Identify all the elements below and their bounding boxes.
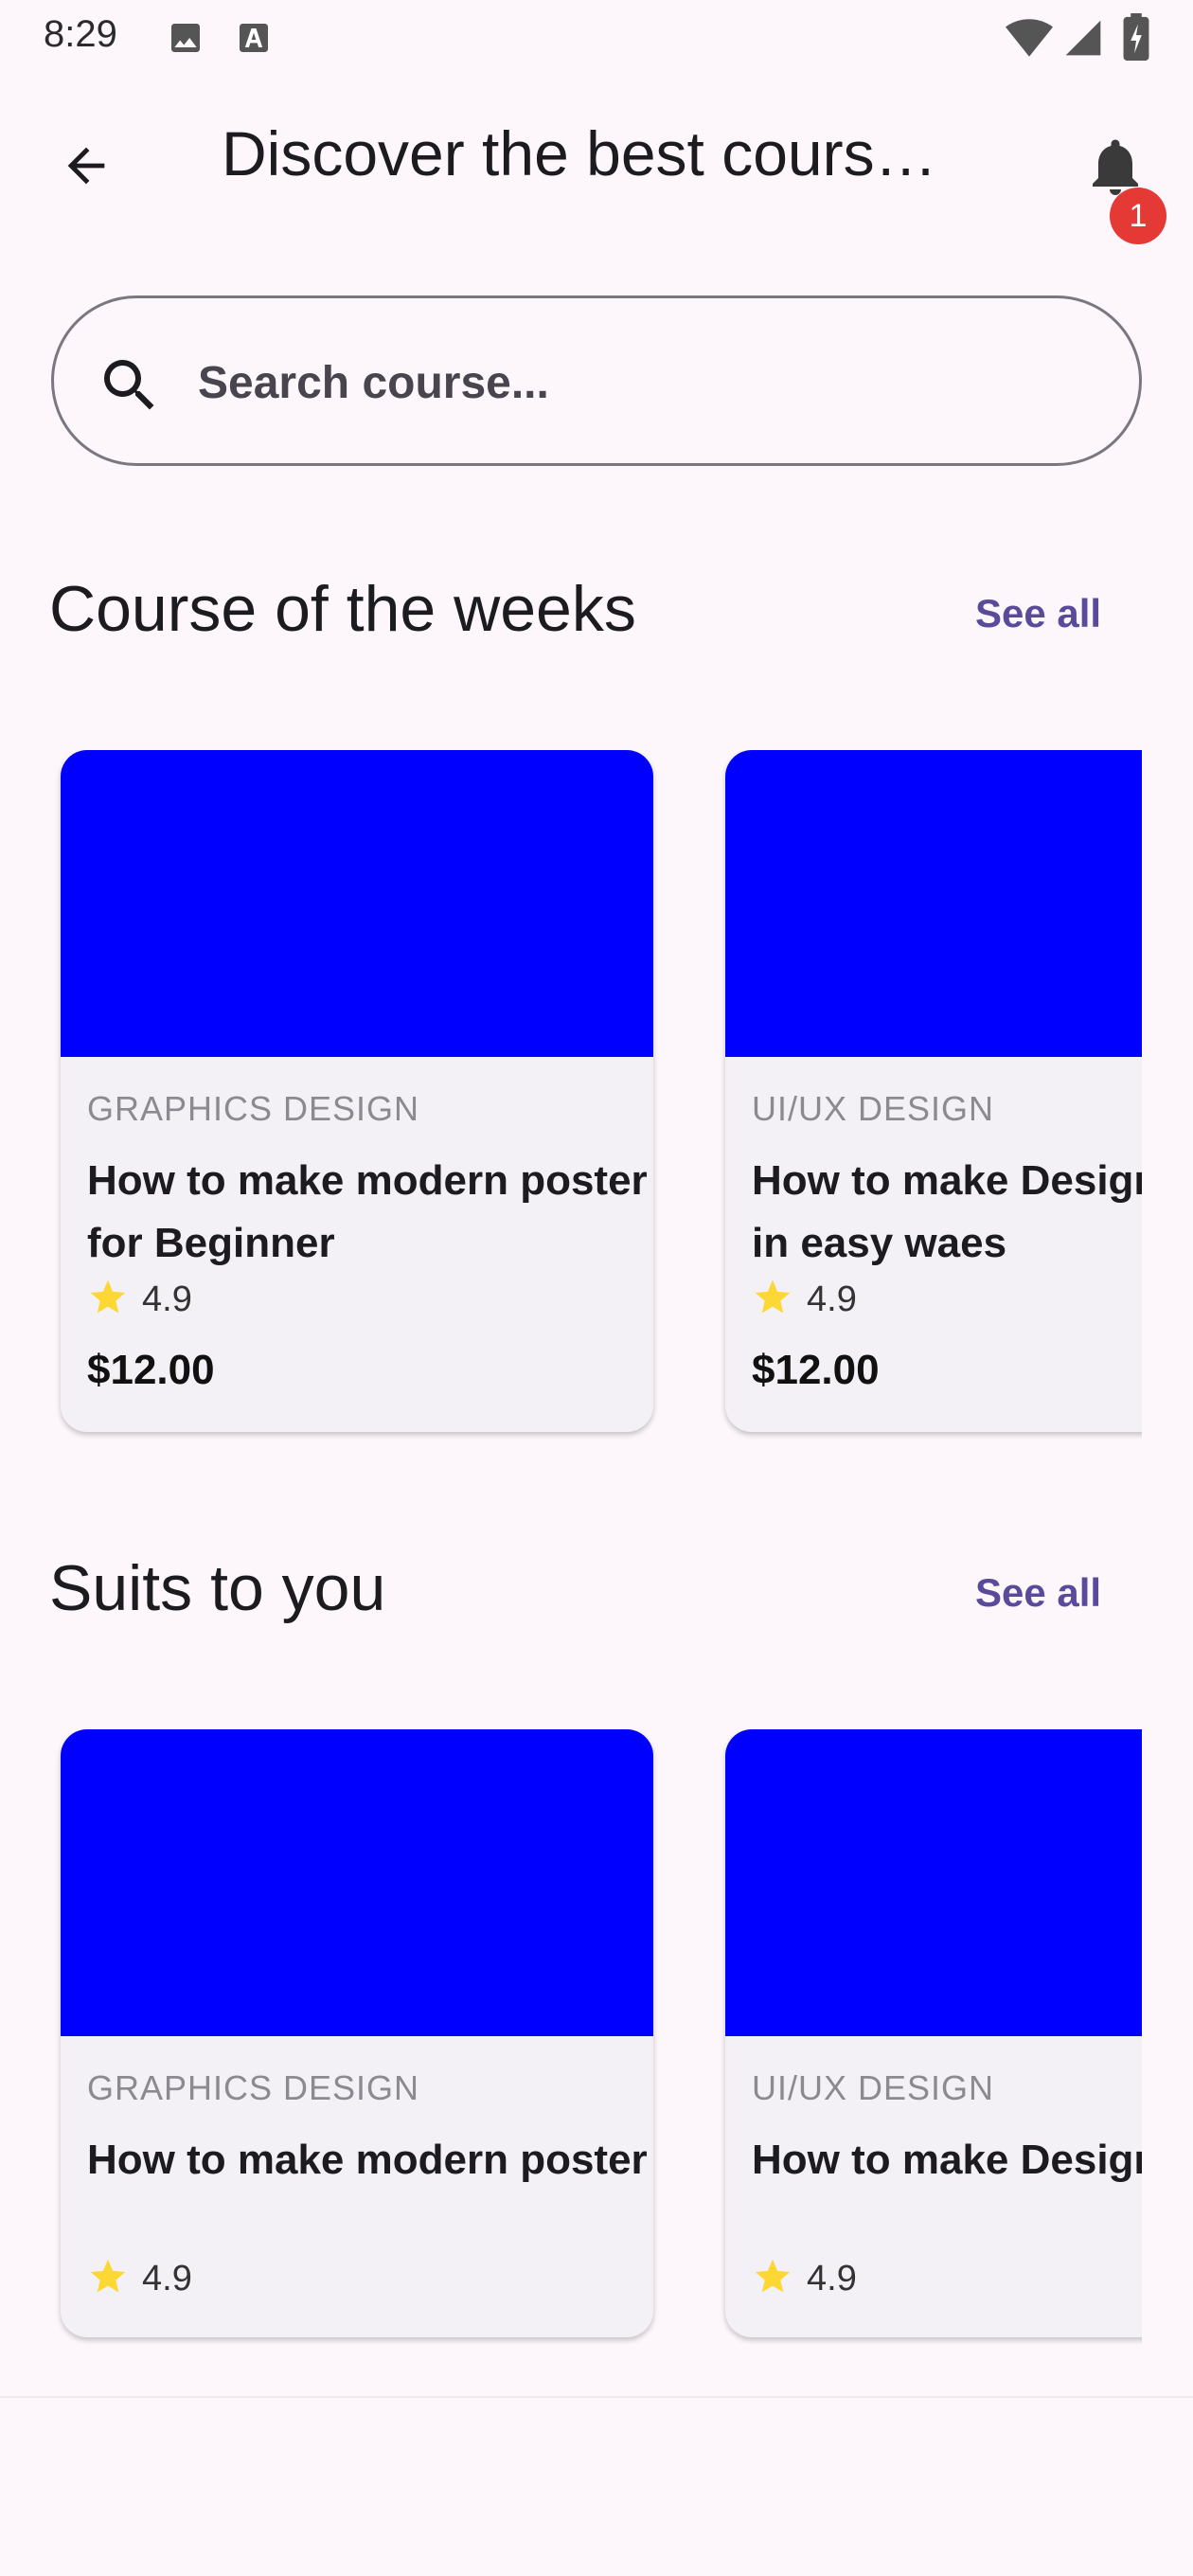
course-card[interactable]: GRAPHICS DESIGN How to make modern poste… xyxy=(61,1729,653,2337)
see-all-weekly-button[interactable]: See all xyxy=(975,591,1101,636)
course-rating: 4.9 xyxy=(752,2256,857,2302)
star-icon xyxy=(752,2256,793,2302)
course-category: GRAPHICS DESIGN xyxy=(87,2068,420,2107)
section-title-weekly: Course of the weeks xyxy=(49,573,636,645)
course-price: $12.00 xyxy=(752,1347,880,1393)
star-icon xyxy=(87,1277,129,1323)
course-rating: 4.9 xyxy=(87,1277,192,1323)
weekly-course-list[interactable]: GRAPHICS DESIGN How to make modern poste… xyxy=(49,750,1142,1440)
course-rating: 4.9 xyxy=(87,2256,192,2302)
suggested-course-list[interactable]: GRAPHICS DESIGN How to make modern poste… xyxy=(49,1729,1142,2345)
battery-icon xyxy=(1123,13,1149,65)
star-icon xyxy=(752,1277,793,1323)
notification-badge: 1 xyxy=(1110,188,1166,244)
course-title: How to make modern poster for Beginner xyxy=(87,1157,648,1266)
app-bar: Discover the best cours… 1 xyxy=(0,76,1193,244)
status-bar: 8:29 xyxy=(0,0,1193,76)
course-category: UI/UX DESIGN xyxy=(752,1089,995,1128)
back-button[interactable] xyxy=(44,125,129,210)
search-icon xyxy=(96,351,164,424)
image-icon xyxy=(167,19,205,62)
page-title: Discover the best cours… xyxy=(222,118,937,188)
course-thumbnail xyxy=(61,1729,653,2036)
rating-value: 4.9 xyxy=(807,2259,857,2299)
rating-value: 4.9 xyxy=(142,2259,192,2299)
search-bar[interactable] xyxy=(51,295,1142,466)
course-category: GRAPHICS DESIGN xyxy=(87,1089,420,1128)
course-price: $12.00 xyxy=(87,1347,215,1393)
course-title: How to make Design system xyxy=(752,2137,1142,2183)
course-card[interactable]: UI/UX DESIGN How to make Design system i… xyxy=(725,750,1142,1432)
text-icon xyxy=(235,19,273,62)
search-input[interactable] xyxy=(198,340,1050,425)
see-all-suits-button[interactable]: See all xyxy=(975,1570,1101,1616)
course-title: How to make modern poster xyxy=(87,2137,648,2183)
course-thumbnail xyxy=(725,1729,1142,2036)
status-time: 8:29 xyxy=(44,13,117,55)
section-title-suits: Suits to you xyxy=(49,1552,386,1624)
star-icon xyxy=(87,2256,129,2302)
course-category: UI/UX DESIGN xyxy=(752,2068,995,2107)
wifi-icon xyxy=(1006,17,1053,63)
course-thumbnail xyxy=(725,750,1142,1057)
signal-icon xyxy=(1062,17,1104,63)
course-thumbnail xyxy=(61,750,653,1057)
rating-value: 4.9 xyxy=(807,1279,857,1319)
screen: 8:29 Discover the best cours… 1 Search c… xyxy=(0,0,1193,2576)
back-arrow-icon xyxy=(59,138,114,198)
course-title: How to make Design system in easy waes xyxy=(752,1157,1142,1266)
bottom-divider xyxy=(0,2396,1193,2398)
course-rating: 4.9 xyxy=(752,1277,857,1323)
course-card[interactable]: UI/UX DESIGN How to make Design system 4… xyxy=(725,1729,1142,2337)
rating-value: 4.9 xyxy=(142,1279,192,1319)
course-card[interactable]: GRAPHICS DESIGN How to make modern poste… xyxy=(61,750,653,1432)
